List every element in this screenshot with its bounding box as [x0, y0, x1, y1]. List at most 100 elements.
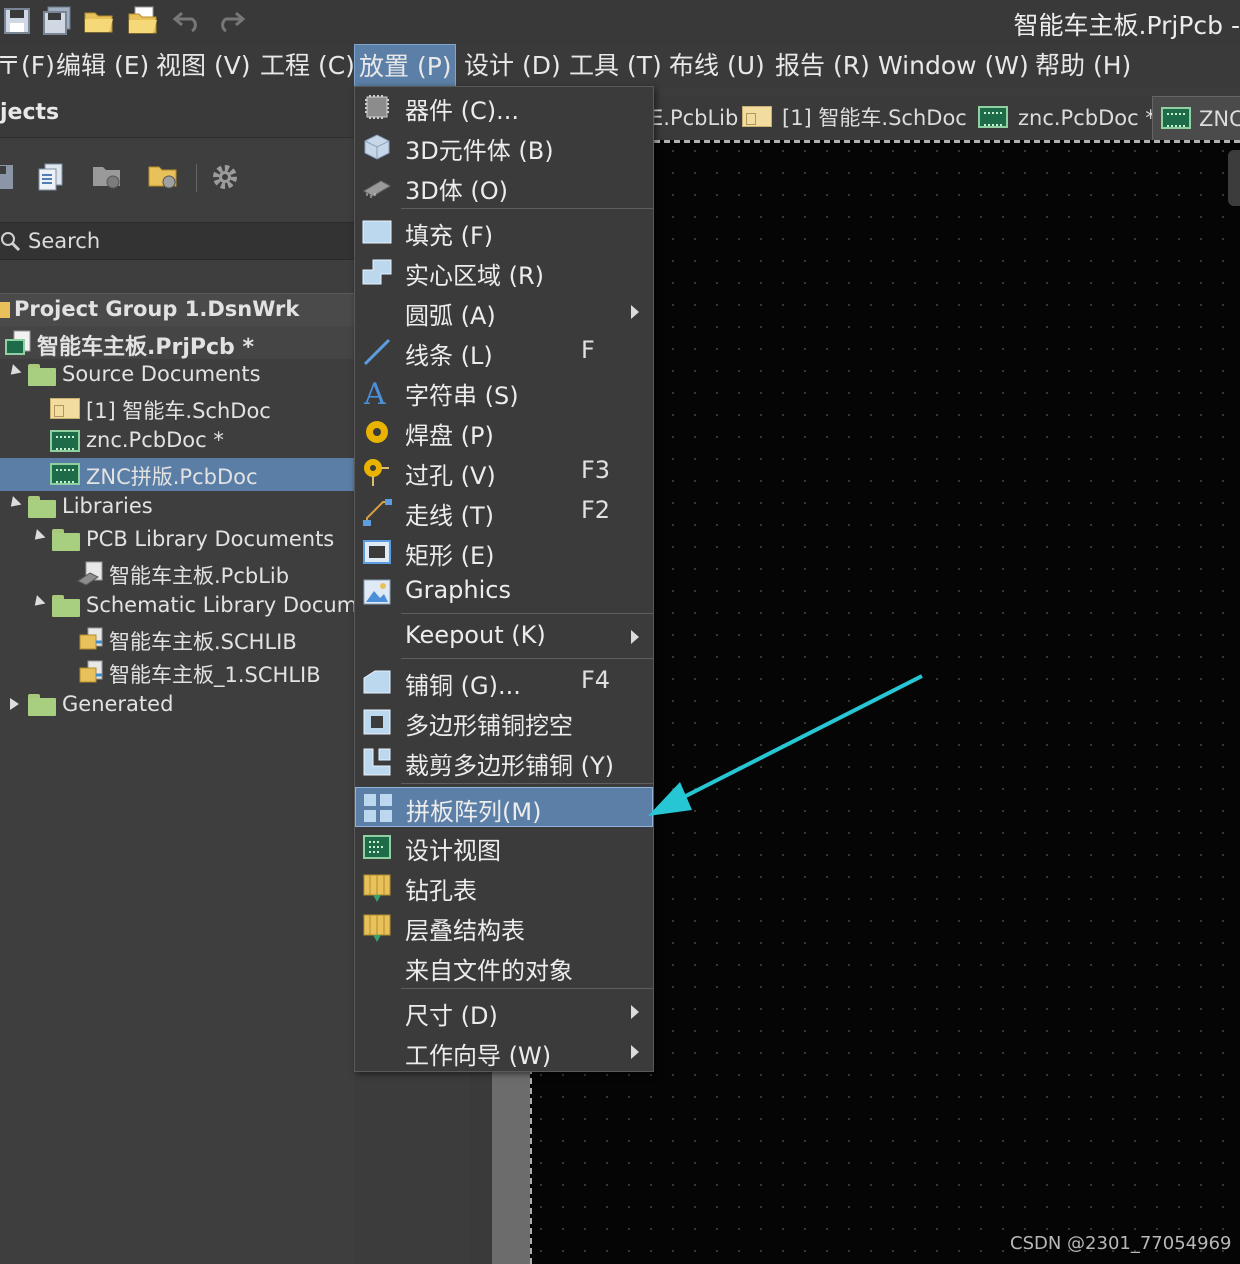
redo-icon[interactable] [214, 4, 248, 38]
menu-item-drill-table[interactable]: 钻孔表 [355, 867, 653, 907]
menu-item-object-from-file[interactable]: 来自文件的对象 [355, 947, 653, 987]
tree-item-schematic-library-documents[interactable]: Schematic Library Documen [0, 590, 383, 623]
schematic-doc-icon [742, 106, 772, 127]
search-placeholder: Search [28, 229, 101, 253]
menu-item-3d-body[interactable]: 3D体 (O) [355, 167, 653, 207]
tab-znc-pcbdoc[interactable]: znc.PcbDoc * [978, 96, 1156, 140]
open-folder-icon[interactable] [82, 4, 116, 38]
menu-item-fill[interactable]: 填充 (F) [355, 212, 653, 252]
menu-item-rectangle[interactable]: 矩形 (E) [355, 532, 653, 572]
menu-item-string[interactable]: A 字符串 (S) [355, 372, 653, 412]
menu-edit[interactable]: 编辑 (E) [52, 44, 153, 88]
solid-region-icon [362, 259, 392, 285]
menu-separator [401, 658, 653, 659]
search-icon [1, 232, 21, 252]
menu-item-polygon-pour[interactable]: 铺铜 (G)... F4 [355, 662, 653, 702]
menu-item-arc[interactable]: 圆弧 (A) [355, 292, 653, 332]
pcb-doc-icon [1161, 107, 1191, 129]
menu-item-polygon-cutout[interactable]: 多边形铺铜挖空 [355, 702, 653, 742]
menu-file[interactable]: 〒(F) [0, 44, 59, 88]
tree-item-pcb-library-documents[interactable]: PCB Library Documents [0, 524, 355, 557]
menu-place[interactable]: 放置 (P) [354, 44, 456, 88]
copy-documents-icon[interactable] [34, 160, 68, 194]
menu-item-component[interactable]: 器件 (C)... [355, 87, 653, 127]
toolbar-divider [196, 164, 197, 192]
undo-icon[interactable] [170, 4, 204, 38]
image-icon [363, 579, 391, 605]
pad-icon [366, 421, 388, 443]
schematic-doc-icon [50, 398, 80, 419]
workspace-icon [0, 302, 10, 318]
3d-body-icon [364, 134, 390, 160]
folder-icon [28, 364, 56, 386]
menu-item-embedded-board-array[interactable]: 拼板阵列(M) [355, 787, 653, 827]
tree-item-source-documents[interactable]: Source Documents [0, 359, 355, 392]
menu-item-dimension[interactable]: 尺寸 (D) [355, 992, 653, 1032]
tree-item-pcblib[interactable]: 智能车主板.PcbLib [0, 557, 355, 590]
project-options-icon[interactable] [90, 160, 124, 194]
tree-item-libraries[interactable]: Libraries [0, 491, 355, 524]
menu-item-graphics[interactable]: Graphics [355, 572, 653, 612]
tree-item-schdoc[interactable]: [1] 智能车.SchDoc [0, 392, 355, 425]
menu-item-work-guide[interactable]: 工作向导 (W) [355, 1032, 653, 1072]
collapse-arrow-icon[interactable] [6, 364, 22, 379]
board-outline [654, 140, 1240, 143]
design-view-icon [363, 835, 391, 859]
folder-icon [28, 694, 56, 716]
menu-window[interactable]: Window (W) [874, 44, 1033, 88]
menu-help[interactable]: 帮助 (H) [1031, 44, 1135, 88]
menu-route[interactable]: 布线 (U) [665, 44, 769, 88]
menu-item-design-view[interactable]: 设计视图 [355, 827, 653, 867]
tree-item-znc-panel-pcbdoc[interactable]: ZNC拼版.PcbDoc [0, 458, 355, 491]
menu-item-layer-stack-table[interactable]: 层叠结构表 [355, 907, 653, 947]
layer-stack-table-icon [363, 914, 391, 942]
via-icon [364, 459, 389, 486]
schematic-library-icon [76, 627, 106, 658]
menu-design[interactable]: 设计 (D) [460, 44, 565, 88]
project-folder-settings-icon[interactable] [146, 160, 180, 194]
collapse-arrow-icon[interactable] [30, 595, 46, 610]
save-icon[interactable] [0, 160, 18, 194]
polygon-cutout-icon [363, 709, 391, 735]
svg-text:A: A [363, 377, 386, 408]
save-icon[interactable] [0, 4, 34, 38]
canvas-widget[interactable] [1228, 150, 1240, 206]
tree-item-schlib-1[interactable]: 智能车主板_1.SCHLIB [0, 656, 355, 689]
tree-item-project-group[interactable]: Project Group 1.DsnWrk [0, 293, 355, 326]
menu-view[interactable]: 视图 (V) [152, 44, 255, 88]
panel-title: jects [0, 100, 60, 125]
submenu-arrow-icon [631, 1005, 639, 1019]
collapse-arrow-icon[interactable] [30, 529, 46, 544]
submenu-arrow-icon [631, 305, 639, 319]
menu-item-solid-region[interactable]: 实心区域 (R) [355, 252, 653, 292]
search-input[interactable]: Search [0, 222, 355, 260]
tree-item-project[interactable]: 智能车主板.PrjPcb * [0, 326, 355, 360]
menu-item-3d-component-body[interactable]: 3D元件体 (B) [355, 127, 653, 167]
tab-pcblib[interactable]: E.PcbLib [650, 96, 738, 140]
expand-arrow-icon[interactable] [10, 698, 19, 710]
menu-item-track[interactable]: 走线 (T) F2 [355, 492, 653, 532]
open-project-icon[interactable] [126, 4, 160, 38]
save-all-icon[interactable] [40, 4, 74, 38]
submenu-arrow-icon [631, 1045, 639, 1059]
menu-item-line[interactable]: 线条 (L) F [355, 332, 653, 372]
board-array-icon [364, 794, 392, 822]
tree-item-schlib[interactable]: 智能车主板.SCHLIB [0, 623, 355, 656]
menu-item-keepout[interactable]: Keepout (K) [355, 617, 653, 657]
menu-reports[interactable]: 报告 (R) [771, 44, 874, 88]
menu-item-via[interactable]: 过孔 (V) F3 [355, 452, 653, 492]
menu-project[interactable]: 工程 (C) [256, 44, 359, 88]
collapse-arrow-icon[interactable] [6, 496, 22, 511]
window-title: 智能车主板.PrjPcb - [1013, 11, 1240, 40]
gear-icon[interactable] [208, 160, 242, 194]
menu-separator [401, 613, 653, 614]
tree-item-generated[interactable]: Generated [0, 689, 355, 722]
tab-znc-panel[interactable]: ZNC [1152, 96, 1240, 140]
tab-schdoc[interactable]: [1] 智能车.SchDoc [742, 96, 967, 140]
tree-item-znc-pcbdoc[interactable]: znc.PcbDoc * [0, 425, 355, 458]
menu-item-slice-polygon-pour[interactable]: 裁剪多边形铺铜 (Y) [355, 742, 653, 782]
menu-tools[interactable]: 工具 (T) [565, 44, 666, 88]
menu-item-pad[interactable]: 焊盘 (P) [355, 412, 653, 452]
schematic-library-icon [76, 660, 106, 691]
panel-toolbar [0, 138, 355, 216]
